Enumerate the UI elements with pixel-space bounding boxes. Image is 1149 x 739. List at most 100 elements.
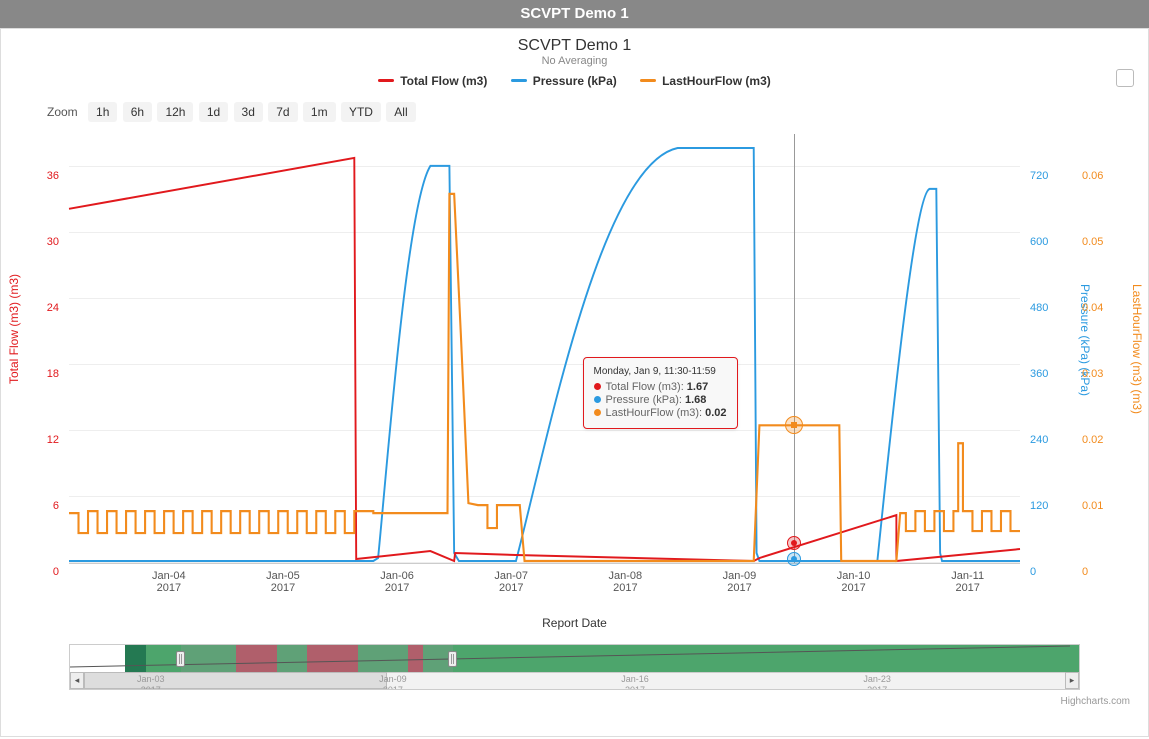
y-tick: 0.01 bbox=[1082, 501, 1132, 512]
y-axis-right-1: 0 120 240 360 480 600 720 bbox=[1030, 134, 1080, 574]
y-tick: 36 bbox=[9, 171, 59, 182]
navigator-handle-left[interactable] bbox=[176, 651, 185, 667]
series-paths bbox=[69, 134, 1020, 563]
legend-item-total-flow[interactable]: Total Flow (m3) bbox=[378, 74, 487, 88]
tooltip-datetime: Monday, Jan 9, 11:30-11:59 bbox=[594, 366, 727, 377]
tooltip-value: 1.68 bbox=[685, 394, 706, 406]
legend-swatch bbox=[640, 79, 656, 82]
hover-marker-blue bbox=[787, 552, 801, 566]
x-tick-sublabel: 2017 bbox=[271, 582, 295, 594]
x-tick-sublabel: 2017 bbox=[841, 582, 865, 594]
zoom-1h[interactable]: 1h bbox=[88, 102, 117, 122]
zoom-1d[interactable]: 1d bbox=[199, 102, 228, 122]
y-tick: 0.02 bbox=[1082, 435, 1132, 446]
nav-x-sublabel: 2017 bbox=[383, 685, 403, 689]
y-tick: 600 bbox=[1030, 237, 1080, 248]
y-axis-right-2: 0 0.01 0.02 0.03 0.04 0.05 0.06 bbox=[1082, 134, 1132, 574]
window-title: SCVPT Demo 1 bbox=[520, 5, 628, 22]
tooltip-label: LastHourFlow (m3): bbox=[606, 407, 703, 419]
x-axis: Jan-042017 Jan-052017 Jan-062017 Jan-072… bbox=[69, 570, 1020, 604]
nav-x-label: Jan-23 bbox=[863, 674, 891, 684]
legend-item-lasthourflow[interactable]: LastHourFlow (m3) bbox=[640, 74, 771, 88]
x-axis-title: Report Date bbox=[9, 616, 1140, 630]
tooltip-label: Pressure (kPa): bbox=[606, 394, 682, 406]
window-title-bar: SCVPT Demo 1 bbox=[0, 0, 1149, 28]
tooltip-dot-icon bbox=[594, 383, 601, 390]
y-tick: 240 bbox=[1030, 435, 1080, 446]
legend-label: Pressure (kPa) bbox=[533, 74, 617, 88]
plot-area[interactable]: Monday, Jan 9, 11:30-11:59 Total Flow (m… bbox=[69, 134, 1020, 564]
x-tick-label: Jan-05 bbox=[266, 570, 300, 582]
nav-x-label: Jan-16 bbox=[621, 674, 649, 684]
navigator-scroll-right[interactable]: ▸ bbox=[1065, 672, 1079, 689]
nav-x-sublabel: 2017 bbox=[625, 685, 645, 689]
x-tick-label: Jan-09 bbox=[723, 570, 757, 582]
zoom-6h[interactable]: 6h bbox=[123, 102, 152, 122]
y-tick: 0 bbox=[1082, 567, 1132, 578]
legend-label: Total Flow (m3) bbox=[400, 74, 487, 88]
x-tick-label: Jan-07 bbox=[494, 570, 528, 582]
nav-x-label: Jan-03 bbox=[137, 674, 165, 684]
zoom-all[interactable]: All bbox=[386, 102, 415, 122]
x-tick-label: Jan-08 bbox=[609, 570, 643, 582]
chart-container: SCVPT Demo 1 No Averaging Total Flow (m3… bbox=[0, 28, 1149, 737]
y-tick: 30 bbox=[9, 237, 59, 248]
y-axis-right-2-title: LastHourFlow (m3) (m3) bbox=[1130, 284, 1144, 414]
y-tick: 6 bbox=[9, 501, 59, 512]
chart-subtitle: No Averaging bbox=[9, 55, 1140, 67]
tooltip-label: Total Flow (m3): bbox=[606, 381, 684, 393]
tooltip-dot-icon bbox=[594, 396, 601, 403]
y-tick: 720 bbox=[1030, 171, 1080, 182]
zoom-controls: Zoom 1h 6h 12h 1d 3d 7d 1m YTD All bbox=[47, 102, 1140, 122]
navigator-scrollbar-thumb[interactable] bbox=[84, 672, 387, 689]
y-tick: 0.05 bbox=[1082, 237, 1132, 248]
nav-x-sublabel: 2017 bbox=[141, 685, 161, 689]
x-tick-sublabel: 2017 bbox=[499, 582, 523, 594]
y-tick: 12 bbox=[9, 435, 59, 446]
y-tick: 480 bbox=[1030, 303, 1080, 314]
x-tick-label: Jan-04 bbox=[152, 570, 186, 582]
hover-marker-red bbox=[787, 536, 801, 550]
zoom-3d[interactable]: 3d bbox=[234, 102, 263, 122]
legend-swatch bbox=[378, 79, 394, 82]
x-tick-label: Jan-11 bbox=[951, 570, 984, 582]
nav-x-sublabel: 2017 bbox=[867, 685, 887, 689]
export-menu-button[interactable] bbox=[1116, 69, 1134, 87]
zoom-12h[interactable]: 12h bbox=[157, 102, 193, 122]
y-tick: 120 bbox=[1030, 501, 1080, 512]
navigator-scroll-left[interactable]: ◂ bbox=[70, 672, 84, 689]
x-tick-label: Jan-10 bbox=[837, 570, 871, 582]
navigator[interactable]: ◂ ▸ Jan-032017 Jan-092017 Jan-162017 Jan… bbox=[69, 644, 1080, 690]
x-tick-sublabel: 2017 bbox=[157, 582, 181, 594]
zoom-label: Zoom bbox=[47, 105, 78, 119]
y-tick: 0.06 bbox=[1082, 171, 1132, 182]
tooltip-dot-icon bbox=[594, 409, 601, 416]
nav-x-label: Jan-09 bbox=[379, 674, 407, 684]
legend: Total Flow (m3) Pressure (kPa) LastHourF… bbox=[9, 71, 1140, 88]
y-tick: 0 bbox=[9, 567, 59, 578]
tooltip: Monday, Jan 9, 11:30-11:59 Total Flow (m… bbox=[583, 357, 738, 429]
zoom-1m[interactable]: 1m bbox=[303, 102, 336, 122]
chart-title: SCVPT Demo 1 bbox=[9, 37, 1140, 55]
y-tick: 360 bbox=[1030, 369, 1080, 380]
x-tick-label: Jan-06 bbox=[380, 570, 414, 582]
zoom-ytd[interactable]: YTD bbox=[341, 102, 381, 122]
y-tick: 0 bbox=[1030, 567, 1080, 578]
y-tick: 0.03 bbox=[1082, 369, 1132, 380]
hover-marker-orange bbox=[785, 416, 803, 434]
navigator-trend bbox=[70, 645, 1079, 674]
legend-label: LastHourFlow (m3) bbox=[662, 74, 771, 88]
zoom-7d[interactable]: 7d bbox=[268, 102, 297, 122]
y-tick: 0.04 bbox=[1082, 303, 1132, 314]
tooltip-value: 0.02 bbox=[705, 407, 726, 419]
navigator-x-axis: ◂ ▸ Jan-032017 Jan-092017 Jan-162017 Jan… bbox=[70, 672, 1079, 689]
tooltip-value: 1.67 bbox=[687, 381, 708, 393]
x-tick-sublabel: 2017 bbox=[385, 582, 409, 594]
legend-swatch bbox=[511, 79, 527, 82]
credits[interactable]: Highcharts.com bbox=[9, 696, 1130, 707]
y-axis-left-title: Total Flow (m3) (m3) bbox=[7, 274, 21, 384]
x-tick-sublabel: 2017 bbox=[955, 582, 979, 594]
navigator-handle-right[interactable] bbox=[448, 651, 457, 667]
legend-item-pressure[interactable]: Pressure (kPa) bbox=[511, 74, 617, 88]
plot-area-wrapper: 0 6 12 18 24 30 36 Total Flow (m3) (m3) … bbox=[9, 134, 1140, 614]
